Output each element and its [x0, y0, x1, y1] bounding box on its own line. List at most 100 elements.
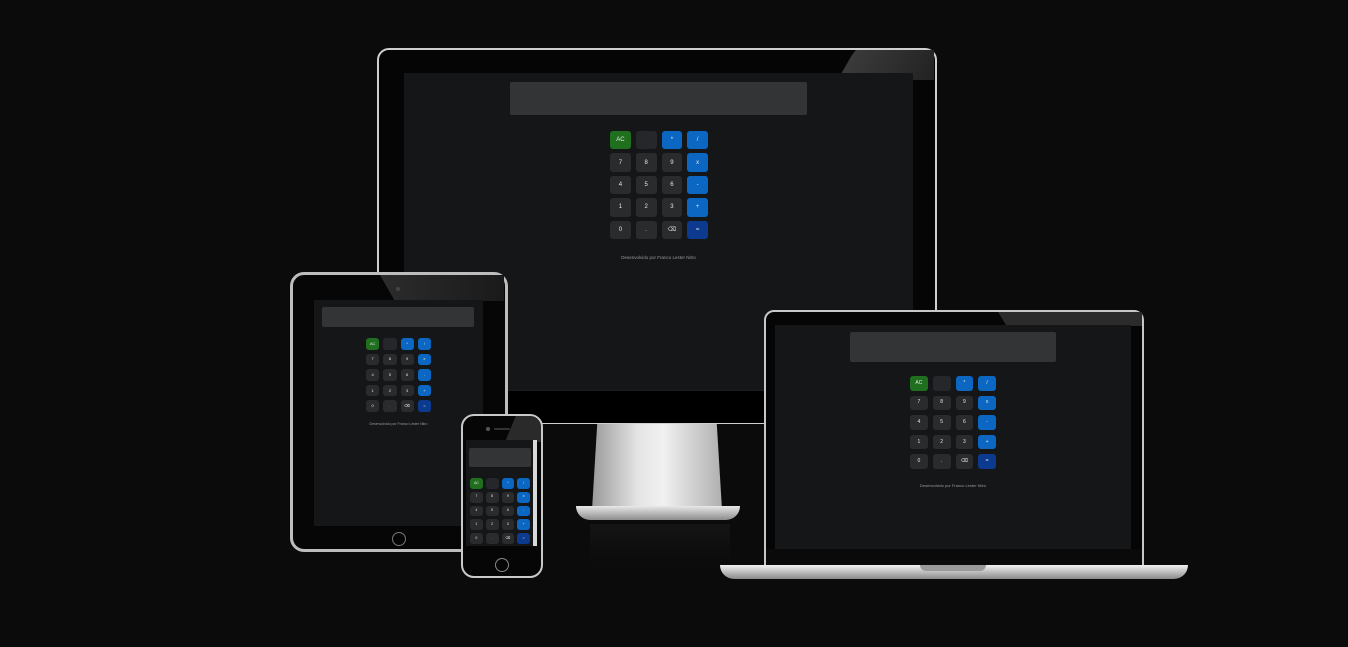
- calculator-keypad: AC */ 7 8 9 x 4 5 6- 1 2 3 +0. ⌫ =: [366, 338, 431, 412]
- footer-credit: Desenvolvido por Franco Lester Nitro: [919, 483, 987, 488]
- operator-button[interactable]: x: [517, 491, 530, 503]
- operator-button[interactable]: *: [501, 478, 515, 489]
- digit-1-button[interactable]: 1: [910, 434, 928, 450]
- digit-5-button[interactable]: 5: [635, 175, 657, 195]
- backspace-button[interactable]: ⌫: [955, 454, 974, 469]
- tablet-screen: AC */7 8 9 x 4 5 6-1 2 3 +0. ⌫ = Desenvolvido por Fr…: [314, 300, 483, 526]
- backspace-button[interactable]: ⌫: [661, 220, 683, 239]
- digit-0-button[interactable]: 0: [910, 454, 928, 469]
- operator-button[interactable]: .: [635, 220, 657, 239]
- digit-7-button[interactable]: 7: [366, 353, 380, 366]
- operator-button[interactable]: +: [978, 434, 996, 450]
- digit-9-button[interactable]: 9: [501, 491, 515, 503]
- operator-button[interactable]: /: [417, 338, 431, 350]
- phone-screen: AC */ 7 8 9 x 4 5 6- 1 2 3 +0. ⌫ =: [466, 440, 533, 546]
- equals-button[interactable]: =: [517, 533, 530, 544]
- blank-key[interactable]: [485, 478, 499, 489]
- operator-button[interactable]: *: [661, 131, 683, 150]
- digit-1-button[interactable]: 1: [610, 198, 631, 217]
- operator-button[interactable]: x: [978, 395, 996, 411]
- calculator-keypad: AC */ 7 8 9 x 4 5 6- 1 2 3 +0. ⌫ =: [610, 131, 708, 239]
- digit-0-button[interactable]: 0: [366, 400, 380, 412]
- digit-2-button[interactable]: 2: [932, 434, 951, 450]
- backspace-button[interactable]: ⌫: [400, 400, 414, 412]
- digit-5-button[interactable]: 5: [383, 369, 397, 381]
- clear-button[interactable]: AC: [910, 376, 928, 391]
- digit-6-button[interactable]: 6: [661, 175, 683, 195]
- digit-3-button[interactable]: 3: [955, 434, 974, 450]
- operator-button[interactable]: /: [687, 131, 708, 150]
- digit-4-button[interactable]: 4: [366, 369, 380, 381]
- operator-button[interactable]: +: [687, 198, 708, 217]
- digit-8-button[interactable]: 8: [932, 395, 951, 411]
- digit-7-button[interactable]: 7: [610, 153, 631, 172]
- operator-button[interactable]: .: [485, 533, 499, 544]
- equals-button[interactable]: =: [687, 220, 708, 239]
- operator-button[interactable]: -: [978, 415, 996, 430]
- tablet-home-button: [392, 532, 406, 546]
- imac-base: [576, 506, 740, 520]
- digit-3-button[interactable]: 3: [501, 519, 515, 531]
- digit-8-button[interactable]: 8: [485, 491, 499, 503]
- footer-credit: Desenvolvido por Franco Lester Nitro: [369, 422, 428, 426]
- clear-button[interactable]: AC: [610, 131, 631, 150]
- phone-camera: [486, 427, 490, 431]
- clear-button[interactable]: AC: [366, 338, 380, 350]
- imac-reflection: [590, 524, 730, 564]
- digit-6-button[interactable]: 6: [501, 505, 515, 517]
- operator-button[interactable]: *: [400, 338, 414, 350]
- operator-button[interactable]: x: [417, 353, 431, 366]
- blank-key[interactable]: [932, 376, 951, 391]
- phone-scrollbar[interactable]: [533, 440, 537, 546]
- digit-5-button[interactable]: 5: [485, 505, 499, 517]
- digit-9-button[interactable]: 9: [955, 395, 974, 411]
- operator-button[interactable]: -: [687, 175, 708, 195]
- blank-key[interactable]: [635, 131, 657, 150]
- operator-button[interactable]: +: [417, 384, 431, 397]
- digit-6-button[interactable]: 6: [400, 369, 414, 381]
- operator-button[interactable]: x: [687, 153, 708, 172]
- operator-button[interactable]: -: [417, 369, 431, 381]
- operator-button[interactable]: .: [383, 400, 397, 412]
- digit-8-button[interactable]: 8: [383, 353, 397, 366]
- operator-button[interactable]: .: [932, 454, 951, 469]
- digit-7-button[interactable]: 7: [910, 395, 928, 411]
- digit-9-button[interactable]: 9: [661, 153, 683, 172]
- digit-1-button[interactable]: 1: [470, 519, 483, 531]
- digit-2-button[interactable]: 2: [383, 384, 397, 397]
- phone-home-button: [495, 558, 509, 572]
- calculator-display: [469, 448, 531, 467]
- digit-3-button[interactable]: 3: [400, 384, 414, 397]
- digit-2-button[interactable]: 2: [635, 198, 657, 217]
- digit-5-button[interactable]: 5: [932, 415, 951, 430]
- clear-button[interactable]: AC: [470, 478, 483, 489]
- digit-8-button[interactable]: 8: [635, 153, 657, 172]
- tablet-camera: [396, 287, 400, 291]
- calculator-display: [322, 307, 474, 327]
- operator-button[interactable]: /: [517, 478, 530, 489]
- digit-3-button[interactable]: 3: [661, 198, 683, 217]
- laptop-notch: [920, 565, 986, 571]
- laptop-bottom-bezel: [766, 549, 1142, 565]
- operator-button[interactable]: /: [978, 376, 996, 391]
- digit-2-button[interactable]: 2: [485, 519, 499, 531]
- digit-7-button[interactable]: 7: [470, 491, 483, 503]
- equals-button[interactable]: =: [417, 400, 431, 412]
- backspace-button[interactable]: ⌫: [501, 533, 515, 544]
- digit-4-button[interactable]: 4: [470, 505, 483, 517]
- operator-button[interactable]: *: [955, 376, 974, 391]
- digit-4-button[interactable]: 4: [910, 415, 928, 430]
- phone-speaker: [494, 428, 510, 430]
- digit-9-button[interactable]: 9: [400, 353, 414, 366]
- digit-1-button[interactable]: 1: [366, 384, 380, 397]
- operator-button[interactable]: -: [517, 505, 530, 517]
- laptop-glare: [998, 312, 1142, 326]
- digit-6-button[interactable]: 6: [955, 415, 974, 430]
- blank-key[interactable]: [383, 338, 397, 350]
- digit-0-button[interactable]: 0: [610, 220, 631, 239]
- laptop-screen: AC * / 7 8 9 x 4 5 6- 1 2 3 +0. ⌫ = Desenvolvido por Fr…: [775, 325, 1131, 549]
- operator-button[interactable]: +: [517, 519, 530, 531]
- digit-0-button[interactable]: 0: [470, 533, 483, 544]
- digit-4-button[interactable]: 4: [610, 175, 631, 195]
- equals-button[interactable]: =: [978, 454, 996, 469]
